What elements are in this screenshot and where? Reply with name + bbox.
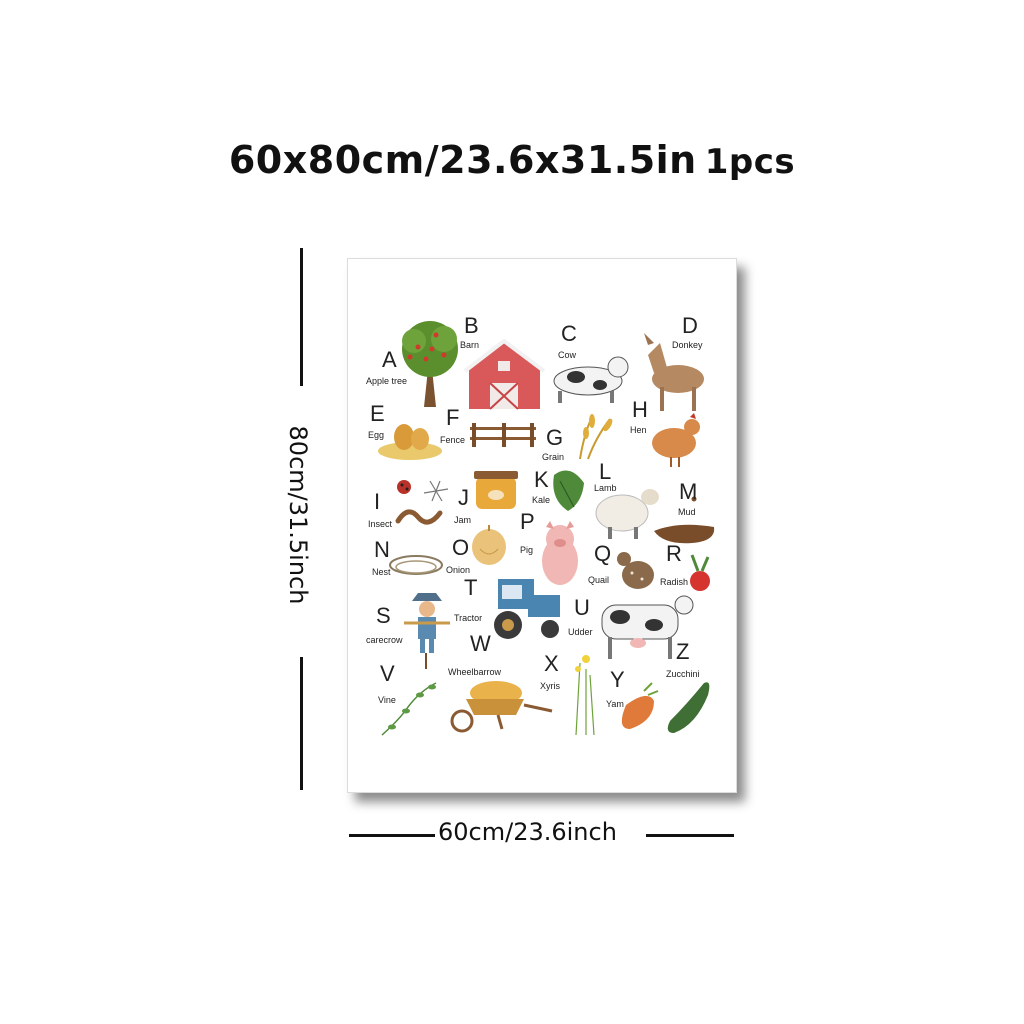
- letter-f: F: [446, 405, 459, 430]
- radish-icon: [690, 554, 710, 591]
- word-s: carecrow: [366, 635, 403, 645]
- fence-icon: [470, 423, 536, 447]
- word-h: Hen: [630, 425, 647, 435]
- word-l: Lamb: [594, 483, 617, 493]
- alphabet-poster: A Apple tree B Barn C Cow D Donkey E Egg…: [347, 258, 737, 793]
- letter-a: A: [382, 347, 397, 372]
- tractor-icon: [494, 579, 560, 639]
- letter-p: P: [520, 509, 535, 534]
- letter-k: K: [534, 467, 549, 492]
- word-f: Fence: [440, 435, 465, 445]
- quantity-text: 1pcs: [704, 142, 796, 182]
- word-q: Quail: [588, 575, 609, 585]
- height-dimension-line-top: [300, 248, 303, 386]
- apple-tree-icon: [402, 321, 458, 407]
- egg-icon: [378, 424, 442, 460]
- wheelbarrow-icon: [450, 681, 553, 733]
- word-r: Radish: [660, 577, 688, 587]
- word-d: Donkey: [672, 340, 703, 350]
- size-title: 60x80cm/23.6x31.5in 1pcs: [0, 138, 1024, 182]
- letter-i: I: [374, 489, 380, 514]
- word-e: Egg: [368, 430, 384, 440]
- letter-o: O: [452, 535, 469, 560]
- hen-icon: [652, 413, 700, 467]
- letter-r: R: [666, 541, 682, 566]
- word-n: Nest: [372, 567, 391, 577]
- yam-icon: [621, 682, 659, 729]
- word-w: Wheelbarrow: [448, 667, 502, 677]
- letter-v: V: [380, 661, 395, 686]
- barn-icon: [463, 338, 546, 410]
- letter-j: J: [458, 485, 469, 510]
- word-o: Onion: [446, 565, 470, 575]
- word-a: Apple tree: [366, 376, 407, 386]
- lamb-icon: [595, 489, 659, 539]
- onion-icon: [472, 525, 506, 565]
- letter-e: E: [370, 401, 385, 426]
- xyris-icon: [575, 655, 595, 736]
- cow-icon: [553, 356, 629, 403]
- word-y: Yam: [606, 699, 624, 709]
- poster-artwork: A Apple tree B Barn C Cow D Donkey E Egg…: [366, 313, 715, 736]
- letter-l: L: [599, 459, 611, 484]
- grain-icon: [579, 414, 613, 460]
- letter-c: C: [561, 321, 577, 346]
- word-v: Vine: [378, 695, 396, 705]
- letter-n: N: [374, 537, 390, 562]
- scarecrow-icon: [404, 593, 450, 669]
- letter-h: H: [632, 397, 648, 422]
- nest-icon: [389, 555, 443, 575]
- word-j: Jam: [454, 515, 471, 525]
- word-m: Mud: [678, 507, 696, 517]
- zucchini-icon: [667, 682, 710, 733]
- letter-w: W: [470, 631, 491, 656]
- height-dimension-line-bottom: [300, 657, 303, 790]
- word-i: Insect: [368, 519, 393, 529]
- letter-g: G: [546, 425, 563, 450]
- letter-z: Z: [676, 639, 689, 664]
- word-u: Udder: [568, 627, 593, 637]
- word-g: Grain: [542, 452, 564, 462]
- word-k: Kale: [532, 495, 550, 505]
- word-b: Barn: [460, 340, 479, 350]
- letter-t: T: [464, 575, 477, 600]
- word-x: Xyris: [540, 681, 560, 691]
- letter-s: S: [376, 603, 391, 628]
- height-label: 80cm/31.5inch: [284, 425, 312, 605]
- jam-icon: [474, 471, 518, 509]
- pig-icon: [542, 521, 578, 585]
- size-text: 60x80cm/23.6x31.5in: [228, 138, 697, 182]
- word-z: Zucchini: [666, 669, 700, 679]
- letter-m: M: [679, 479, 697, 504]
- insect-icon: [395, 480, 449, 525]
- letter-u: U: [574, 595, 590, 620]
- letter-y: Y: [610, 667, 625, 692]
- letter-q: Q: [594, 541, 611, 566]
- word-p: Pig: [520, 545, 533, 555]
- kale-icon: [553, 470, 584, 511]
- width-dimension-line-left: [349, 834, 435, 837]
- vine-icon: [381, 682, 437, 736]
- word-c: Cow: [558, 350, 577, 360]
- letter-b: B: [464, 313, 479, 338]
- word-t: Tractor: [454, 613, 482, 623]
- quail-icon: [617, 552, 654, 589]
- letter-d: D: [682, 313, 698, 338]
- letter-x: X: [544, 651, 559, 676]
- width-dimension-line-right: [646, 834, 734, 837]
- width-label: 60cm/23.6inch: [438, 818, 617, 846]
